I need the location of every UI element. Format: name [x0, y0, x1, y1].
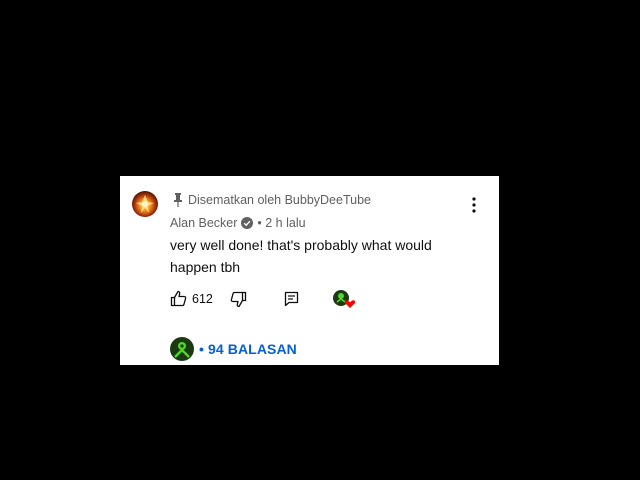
- thumbs-down-icon[interactable]: [230, 291, 247, 308]
- author-avatar[interactable]: [132, 191, 158, 217]
- replies-count-label[interactable]: • 94 BALASAN: [199, 341, 297, 357]
- thumbs-up-icon[interactable]: [170, 290, 187, 307]
- comment-body: very well done! that's probably what wou…: [170, 237, 432, 275]
- author-name[interactable]: Alan Becker: [170, 216, 237, 230]
- creator-heart-icon: [333, 290, 356, 308]
- pin-icon: [174, 193, 182, 207]
- pinned-indicator: Disematkan oleh BubbyDeeTube: [172, 192, 371, 208]
- pinned-by-label: Disematkan oleh BubbyDeeTube: [188, 193, 371, 207]
- pinned-comment-card: Disematkan oleh BubbyDeeTube Alan Becker…: [120, 176, 499, 365]
- like-count: 612: [192, 292, 213, 306]
- comment-meta: Alan Becker • 2 h lalu: [170, 215, 306, 231]
- view-replies-button[interactable]: • 94 BALASAN: [170, 337, 297, 361]
- more-vert-icon[interactable]: [468, 196, 480, 214]
- replier-avatar: [170, 337, 194, 361]
- comment-actions: 612: [170, 289, 370, 309]
- comment-timestamp[interactable]: • 2 h lalu: [257, 216, 305, 230]
- video-frame: Disematkan oleh BubbyDeeTube Alan Becker…: [0, 0, 640, 480]
- verified-check-icon: [241, 217, 254, 229]
- reply-icon[interactable]: [284, 291, 299, 307]
